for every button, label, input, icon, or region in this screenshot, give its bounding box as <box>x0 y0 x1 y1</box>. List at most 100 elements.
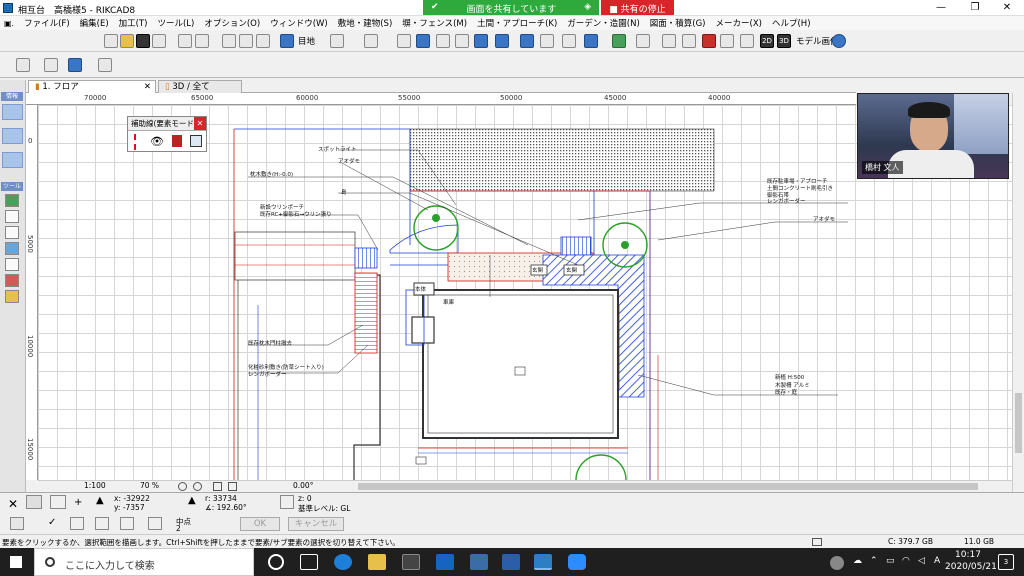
angle-value[interactable]: 192.60° <box>217 503 247 512</box>
select-arrow-icon[interactable] <box>5 194 19 207</box>
info-slot[interactable] <box>2 104 23 120</box>
pin-icon[interactable] <box>16 58 30 72</box>
guide-line-icon[interactable] <box>134 134 137 150</box>
guide-icon[interactable] <box>148 517 162 530</box>
info-slot[interactable] <box>2 128 23 144</box>
ime-indicator[interactable]: A <box>934 556 940 566</box>
menu-help[interactable]: ヘルプ(H) <box>772 17 811 29</box>
auxiliary-line-palette[interactable]: 補助線(要素モード) ✕ 👁 <box>127 116 207 152</box>
minimize-button[interactable]: — <box>924 0 958 16</box>
outlook-icon[interactable] <box>436 554 454 570</box>
find-icon[interactable] <box>280 34 294 48</box>
relative-icon[interactable] <box>50 495 66 509</box>
ok-button[interactable]: OK <box>240 517 280 531</box>
perspective-icon[interactable] <box>495 34 509 48</box>
menu-tools[interactable]: ツール(L) <box>157 17 194 29</box>
move-icon[interactable] <box>455 34 469 48</box>
x-value[interactable]: -32922 <box>123 494 150 503</box>
windows-start-icon[interactable] <box>10 556 22 568</box>
help-icon[interactable] <box>832 34 846 48</box>
layer-dropdown[interactable]: 目地 <box>298 35 315 47</box>
open-folder-icon[interactable] <box>120 34 134 48</box>
section-icon[interactable] <box>584 34 598 48</box>
vertical-scrollbar[interactable] <box>1012 93 1024 493</box>
trash-icon[interactable] <box>172 135 182 147</box>
word-icon[interactable] <box>470 554 488 570</box>
elevation-icon[interactable] <box>562 34 576 48</box>
checkmark-icon[interactable]: ✓ <box>48 517 56 528</box>
cube-icon[interactable] <box>540 34 554 48</box>
menu-process[interactable]: 加工(T) <box>119 17 148 29</box>
globe-icon[interactable] <box>416 34 430 48</box>
person-tray-icon[interactable] <box>830 556 844 570</box>
save-icon[interactable] <box>136 34 150 48</box>
align-icon[interactable] <box>364 34 378 48</box>
close-x-icon[interactable]: ✕ <box>8 497 18 511</box>
tab-3d[interactable]: ▯ 3D / 全て <box>158 80 242 93</box>
cancel-button[interactable]: キャンセル <box>288 517 344 531</box>
view-2d-button[interactable]: 2D <box>760 34 774 48</box>
zoom-window-icon[interactable] <box>213 482 222 491</box>
tab-floor[interactable]: ▮ 1. フロア ✕ <box>28 80 156 93</box>
close-button[interactable]: ✕ <box>990 0 1024 16</box>
elevation-toggle-icon[interactable] <box>280 495 294 509</box>
zoom-out-icon[interactable] <box>193 482 202 491</box>
z-value[interactable]: 0 <box>307 494 312 503</box>
arrow-pointer-icon[interactable] <box>98 58 112 72</box>
clock-time[interactable]: 10:17 <box>955 550 981 560</box>
cut-icon[interactable] <box>222 34 236 48</box>
view-icon[interactable] <box>397 34 411 48</box>
camera-icon[interactable] <box>474 34 488 48</box>
horizontal-scrollbar[interactable]: 1:100 70 % 0.00° <box>38 480 1012 492</box>
clock-date[interactable]: 2020/05/21 <box>945 562 997 572</box>
store-icon[interactable] <box>402 554 420 570</box>
scale-value[interactable]: 1:100 <box>84 481 106 490</box>
marquee-icon[interactable] <box>44 58 58 72</box>
polar-delta-icon[interactable]: ▲ <box>188 495 196 506</box>
hand-icon[interactable] <box>68 58 82 72</box>
rikcad-active-icon[interactable] <box>534 554 552 570</box>
picture-icon[interactable] <box>5 242 19 255</box>
box-icon[interactable] <box>520 34 534 48</box>
palette-close-icon[interactable]: ✕ <box>194 117 206 130</box>
menu-window[interactable]: ウィンドウ(W) <box>270 17 328 29</box>
base-level[interactable]: 基準レベル: GL <box>298 503 350 513</box>
person-icon[interactable] <box>5 226 19 239</box>
settings-icon[interactable] <box>190 135 202 147</box>
menu-maker[interactable]: メーカー(X) <box>716 17 762 29</box>
cloud-tray-icon[interactable]: ☁ <box>853 556 862 566</box>
undo-icon[interactable] <box>178 34 192 48</box>
taskbar-search[interactable]: ここに入力して検索 <box>34 548 254 576</box>
angle-tool-icon[interactable] <box>70 517 84 530</box>
table-icon[interactable] <box>662 34 676 48</box>
grid-icon[interactable] <box>636 34 650 48</box>
info-slot[interactable] <box>2 152 23 168</box>
orbit-icon[interactable] <box>436 34 450 48</box>
rotation-value[interactable]: 0.00° <box>293 481 313 490</box>
menu-options[interactable]: オプション(O) <box>204 17 260 29</box>
up-chevron-icon[interactable]: ⌃ <box>870 556 878 566</box>
pen-icon[interactable] <box>330 34 344 48</box>
snap-point-icon[interactable] <box>95 517 109 530</box>
toolbox-icon[interactable] <box>702 34 716 48</box>
scroll-thumb[interactable] <box>1015 393 1022 453</box>
zoom-fit-icon[interactable] <box>740 34 754 48</box>
new-file-icon[interactable] <box>104 34 118 48</box>
plus-icon[interactable]: + <box>74 497 82 508</box>
grid-snap-icon[interactable] <box>26 495 42 509</box>
rikcad-icon[interactable] <box>502 554 520 570</box>
print-icon[interactable] <box>152 34 166 48</box>
copy-icon[interactable] <box>239 34 253 48</box>
eye-icon[interactable]: 👁 <box>150 135 164 148</box>
menu-edit[interactable]: 編集(E) <box>80 17 109 29</box>
maximize-button[interactable]: ❐ <box>958 0 992 16</box>
document-icon[interactable] <box>5 258 19 271</box>
y-value[interactable]: -7357 <box>123 503 145 512</box>
paste-icon[interactable] <box>256 34 270 48</box>
edge-icon[interactable] <box>334 554 352 570</box>
wifi-icon[interactable]: ◠ <box>902 556 910 566</box>
r-value[interactable]: 33734 <box>213 494 237 503</box>
snap-value[interactable]: 2 <box>176 524 181 534</box>
redo-icon[interactable] <box>195 34 209 48</box>
dimension-icon[interactable] <box>5 274 19 287</box>
